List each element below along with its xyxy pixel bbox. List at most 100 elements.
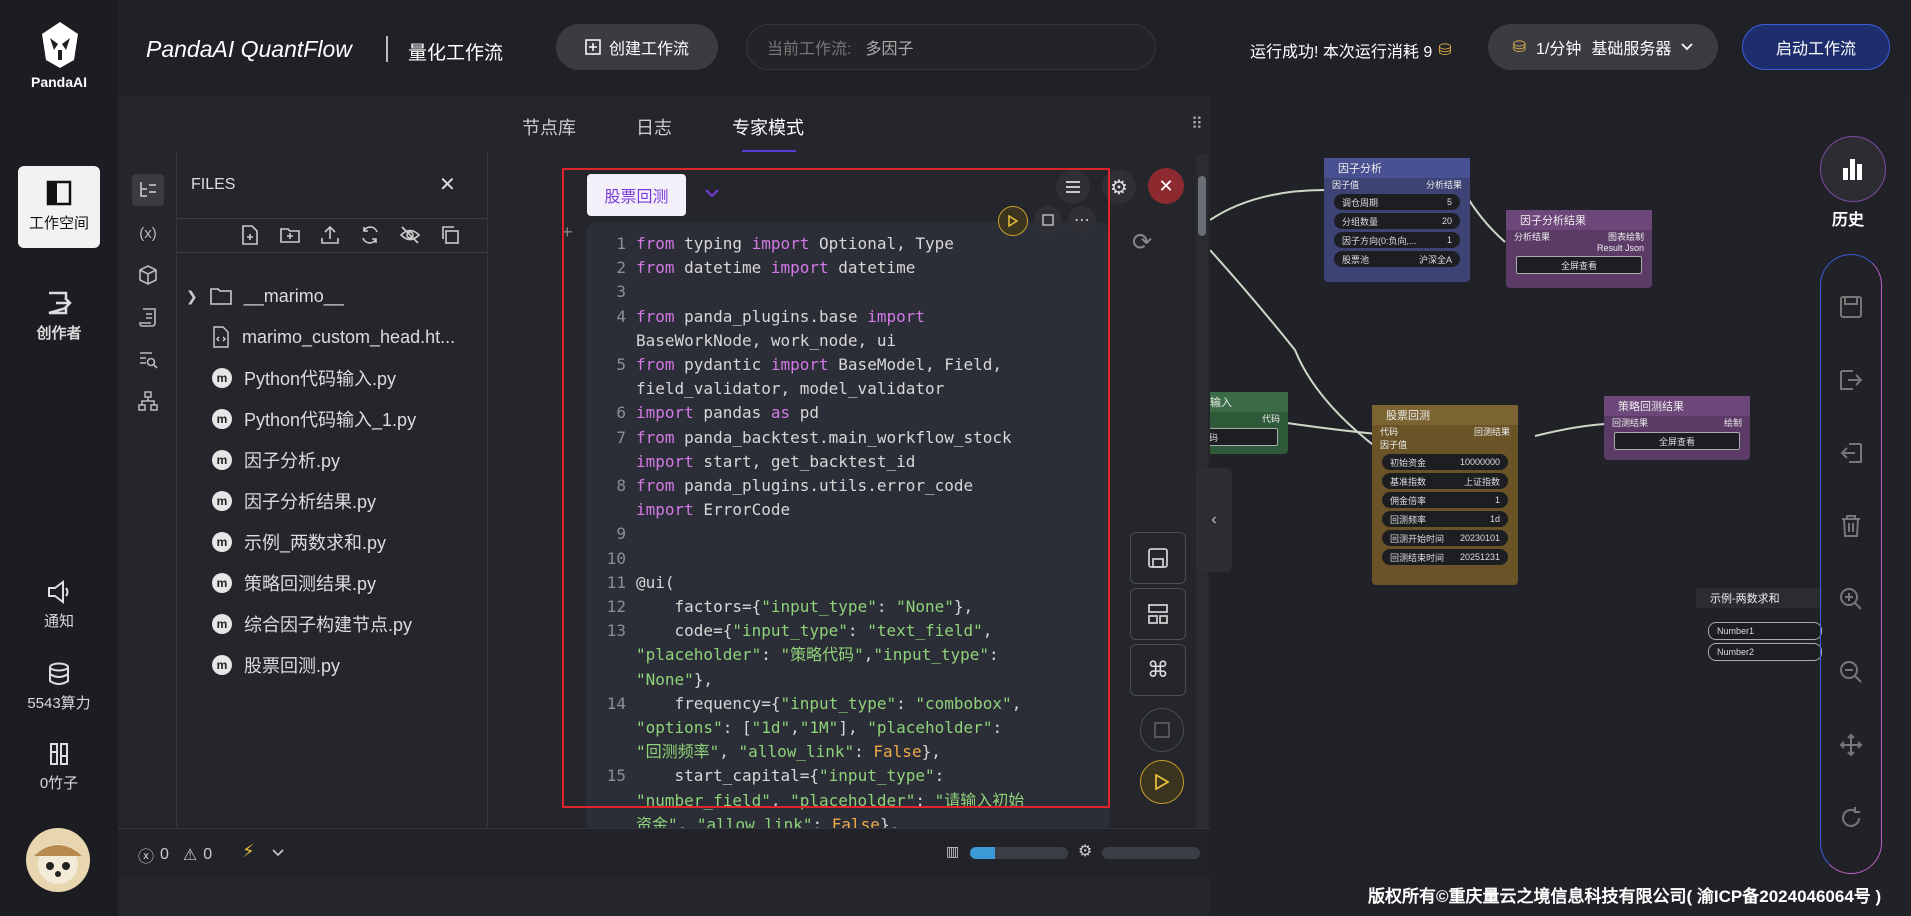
field-value: 10000000 bbox=[1459, 457, 1500, 467]
diagnostics[interactable]: ⓧ 0 ⚠ 0 bbox=[138, 843, 212, 867]
layout-icon[interactable] bbox=[1130, 588, 1186, 640]
hierarchy-icon[interactable] bbox=[133, 386, 163, 416]
new-folder-icon[interactable] bbox=[279, 224, 301, 246]
node-input-port[interactable]: 因子值 bbox=[1372, 438, 1518, 451]
fullscreen-button[interactable]: 全屏查看 bbox=[1516, 256, 1642, 274]
fullscreen-button[interactable]: 全屏查看 bbox=[1614, 432, 1740, 450]
node-field[interactable]: 分组数量 20 bbox=[1334, 213, 1460, 229]
command-icon[interactable]: ⌘ bbox=[1130, 644, 1186, 696]
workspace-nav[interactable]: 工作空间 bbox=[18, 166, 100, 248]
node-code-input[interactable]: 输入 代码 码 bbox=[1200, 392, 1288, 454]
creator-nav[interactable]: 创作者 bbox=[18, 290, 100, 343]
node-input-port[interactable]: 分析结果 bbox=[1514, 230, 1550, 243]
file-tree-item[interactable]: m 综合因子构建节点.py bbox=[212, 604, 412, 644]
package-icon[interactable] bbox=[133, 260, 163, 290]
node-output-port[interactable]: 回测结果 bbox=[1474, 425, 1510, 438]
trash-icon[interactable] bbox=[1829, 504, 1873, 548]
search-list-icon[interactable] bbox=[133, 344, 163, 374]
node-factor-result[interactable]: 因子分析结果 分析结果 图表绘制 Result Json 全屏查看 bbox=[1506, 210, 1652, 288]
import-icon[interactable] bbox=[1829, 431, 1873, 475]
node-strategy-result[interactable]: 策略回测结果 回测结果 绘制 全屏查看 bbox=[1604, 396, 1750, 460]
new-file-icon[interactable] bbox=[239, 224, 261, 246]
node-field[interactable]: 码 bbox=[1200, 428, 1278, 446]
file-tree-item[interactable]: m 因子分析结果.py bbox=[212, 481, 376, 521]
node-output-port[interactable]: 代码 bbox=[1200, 412, 1288, 425]
error-count: 0 bbox=[160, 846, 169, 863]
save-icon[interactable] bbox=[1130, 532, 1186, 584]
node-sum-example[interactable]: 示例-两数求和 Number1 Number2 bbox=[1696, 588, 1822, 668]
zoom-out-icon[interactable] bbox=[1829, 650, 1873, 694]
upload-icon[interactable] bbox=[319, 224, 341, 246]
eye-off-icon[interactable] bbox=[399, 224, 421, 246]
app-title: PandaAI QuantFlow bbox=[146, 36, 352, 62]
server-selector[interactable]: ⛁ 1/分钟 基础服务器 bbox=[1488, 24, 1718, 70]
bamboo-nav[interactable]: 0竹子 bbox=[18, 742, 100, 793]
export-icon[interactable] bbox=[1829, 358, 1873, 402]
scroll-doc-icon[interactable] bbox=[133, 302, 163, 332]
refresh-icon[interactable] bbox=[359, 224, 381, 246]
node-stock-backtest[interactable]: 股票回测 代码 回测结果 因子值 初始资金 10000000 基准指数 上证指数 佣金… bbox=[1372, 405, 1518, 585]
node-field[interactable]: 因子方向(0:负向,... 1 bbox=[1334, 232, 1460, 248]
stop-all-button[interactable] bbox=[1140, 708, 1184, 752]
file-tree-item[interactable]: m 股票回测.py bbox=[212, 645, 340, 685]
refresh-icon[interactable] bbox=[1829, 796, 1873, 840]
drag-handle-icon[interactable]: ⠿ bbox=[1191, 114, 1203, 134]
file-tree-item[interactable]: m 示例_两数求和.py bbox=[212, 522, 386, 562]
run-all-button[interactable] bbox=[1140, 760, 1184, 804]
field-label: 回测结束时间 bbox=[1390, 552, 1445, 563]
zoom-in-icon[interactable] bbox=[1829, 577, 1873, 621]
scrollbar-thumb[interactable] bbox=[1198, 176, 1206, 236]
close-icon[interactable]: ✕ bbox=[439, 172, 456, 197]
node-field[interactable]: Number2 bbox=[1708, 643, 1822, 661]
node-field[interactable]: 基准指数 上证指数 bbox=[1382, 473, 1508, 489]
node-field[interactable]: 回测结束时间 20251231 bbox=[1382, 549, 1508, 565]
node-output-port[interactable]: Result Json bbox=[1506, 243, 1652, 253]
tab-expert-mode[interactable]: 专家模式 bbox=[732, 114, 804, 140]
close-editor-button[interactable]: ✕ bbox=[1148, 168, 1184, 204]
node-field[interactable]: 佣金倍率 1 bbox=[1382, 492, 1508, 508]
save-icon[interactable] bbox=[1829, 285, 1873, 329]
node-factor-analysis[interactable]: 因子分析 因子值 分析结果 调仓周期 5 分组数量 20 因子方向(0:负向,... 1… bbox=[1324, 158, 1470, 282]
warning-count: 0 bbox=[203, 846, 213, 863]
node-output-port[interactable]: 图表绘制 bbox=[1608, 230, 1644, 243]
chevron-down-icon[interactable] bbox=[272, 849, 284, 857]
file-tree-item[interactable]: m Python代码输入.py bbox=[212, 358, 396, 398]
node-input-port[interactable]: 代码 bbox=[1380, 425, 1398, 438]
history-button[interactable] bbox=[1820, 136, 1886, 202]
node-input-port[interactable]: 回测结果 bbox=[1612, 416, 1648, 429]
node-input-port[interactable]: 因子值 bbox=[1332, 178, 1359, 191]
file-tree-item[interactable]: marimo_custom_head.ht... bbox=[212, 317, 455, 357]
tab-logs[interactable]: 日志 bbox=[636, 114, 672, 140]
marimo-icon: m bbox=[212, 573, 232, 593]
node-field[interactable]: Number1 bbox=[1708, 622, 1822, 640]
file-tree-item[interactable]: m 因子分析.py bbox=[212, 440, 340, 480]
node-field[interactable]: 调仓周期 5 bbox=[1334, 194, 1460, 210]
database-icon bbox=[49, 662, 69, 685]
node-field[interactable]: 回测开始时间 20230101 bbox=[1382, 530, 1508, 546]
notify-nav[interactable]: 通知 bbox=[18, 580, 100, 631]
avatar[interactable] bbox=[26, 828, 90, 892]
node-field[interactable]: 回测频率 1d bbox=[1382, 511, 1508, 527]
compute-nav[interactable]: 5543算力 bbox=[18, 662, 100, 713]
node-field[interactable]: 股票池 沪深全A bbox=[1334, 251, 1460, 267]
file-tree-folder[interactable]: ❯ __marimo__ bbox=[186, 276, 344, 316]
sync-icon[interactable]: ⟳ bbox=[1132, 228, 1152, 257]
tab-node-library[interactable]: 节点库 bbox=[522, 114, 576, 140]
node-output-port[interactable]: 绘制 bbox=[1724, 416, 1742, 429]
file-tree-item[interactable]: m 策略回测结果.py bbox=[212, 563, 376, 603]
copy-icon[interactable] bbox=[439, 224, 461, 246]
current-workflow-field[interactable]: 当前工作流: 多因子 bbox=[746, 24, 1156, 70]
marimo-icon: m bbox=[212, 655, 232, 675]
file-tree-icon[interactable] bbox=[132, 174, 164, 206]
create-workflow-button[interactable]: 创建工作流 bbox=[556, 24, 718, 70]
field-label: 因子方向(0:负向,... bbox=[1342, 235, 1417, 246]
node-output-port[interactable]: 分析结果 bbox=[1426, 178, 1462, 191]
file-tree-item[interactable]: m Python代码输入_1.py bbox=[212, 399, 416, 439]
start-workflow-button[interactable]: 启动工作流 bbox=[1742, 24, 1890, 70]
collapse-panel-icon[interactable]: ‹ bbox=[1196, 468, 1232, 572]
node-field[interactable]: 初始资金 10000000 bbox=[1382, 454, 1508, 470]
coin-icon: ⛁ bbox=[1512, 39, 1527, 56]
variables-icon[interactable]: (x) bbox=[133, 218, 163, 248]
move-icon[interactable] bbox=[1829, 723, 1873, 767]
lightning-icon[interactable]: ⚡ bbox=[242, 841, 255, 862]
